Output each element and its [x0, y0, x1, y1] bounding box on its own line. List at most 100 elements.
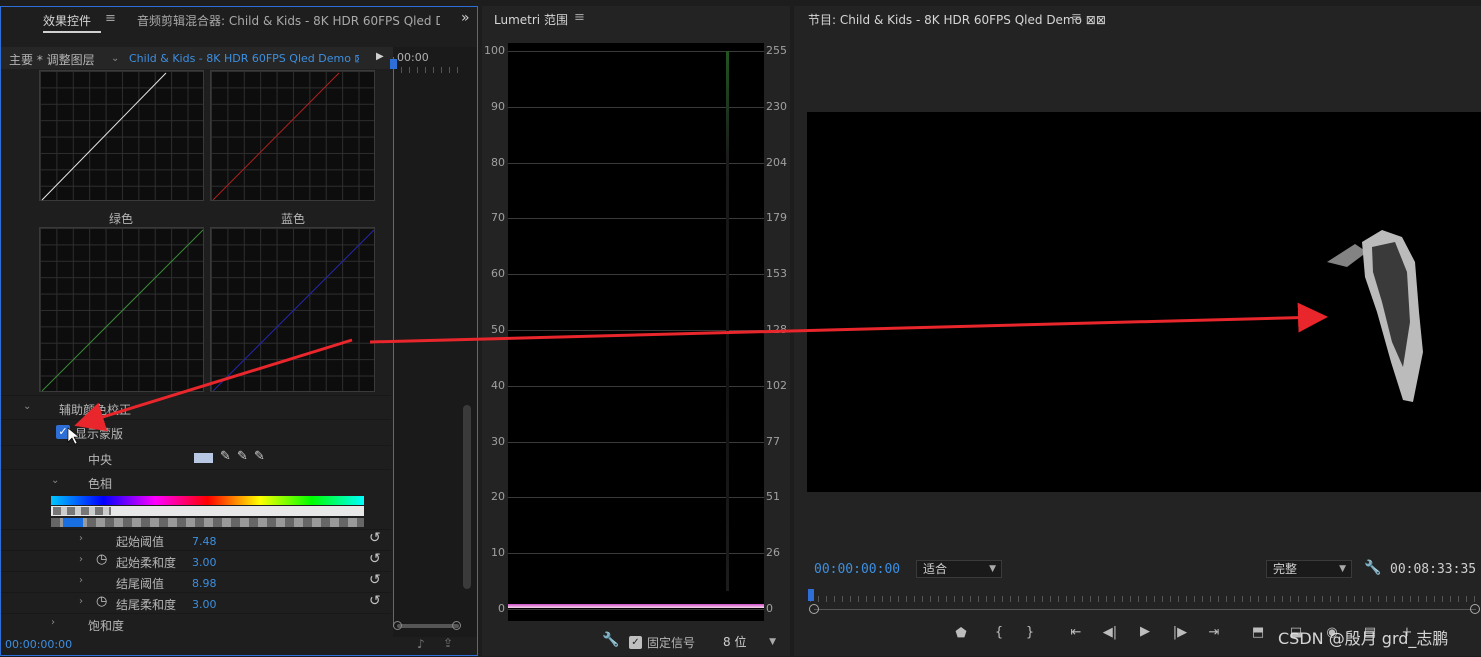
program-video-frame[interactable] — [807, 112, 1481, 492]
export-icon[interactable]: ⇪ — [443, 636, 453, 650]
chevron-right-icon[interactable]: › — [79, 554, 83, 565]
param-value[interactable]: 8.98 — [192, 577, 217, 590]
tab-effect-controls[interactable]: 效果控件 — [43, 12, 91, 29]
scope-8bit-tick: 179 — [766, 211, 787, 225]
clip-selector[interactable]: Child & Kids - 8K HDR 60FPS Qled Demo ⊠⊠ — [129, 52, 359, 65]
tab-audio-clip-mixer[interactable]: 音频剪辑混合器: Child & Kids - 8K HDR 60FPS Qle… — [137, 12, 440, 29]
center-row: 中央 ✎ ✎ ✎ — [1, 445, 391, 469]
playhead-marker[interactable] — [390, 59, 397, 69]
hue-range-handles[interactable] — [53, 507, 111, 515]
step-back-icon[interactable]: ◀| — [1100, 625, 1120, 640]
wrench-icon[interactable]: 🔧 — [1364, 560, 1381, 576]
chevron-down-icon[interactable]: ⌄ — [51, 475, 59, 486]
zoom-handle-right[interactable] — [1470, 604, 1480, 614]
scope-ire-tick: 0 — [498, 602, 505, 615]
eyedropper-subtract-icon[interactable]: ✎ — [254, 449, 265, 464]
lumetri-title[interactable]: Lumetri 范围 — [494, 11, 568, 28]
stopwatch-icon[interactable]: ◷ — [96, 552, 107, 567]
program-timecode[interactable]: 00:00:00:00 — [814, 562, 900, 577]
param-label: 结尾阈值 — [116, 577, 165, 591]
saturation-row[interactable]: › 饱和度 — [1, 613, 391, 634]
go-to-in-icon[interactable]: ⇤ — [1066, 625, 1086, 640]
param-label: 结尾柔和度 — [116, 598, 177, 612]
mark-out-icon[interactable]: } — [1020, 625, 1040, 640]
chevron-down-icon[interactable]: ⌄ — [111, 53, 119, 64]
panel-menu-icon[interactable]: ≡ — [105, 11, 116, 26]
curve-green[interactable] — [39, 227, 204, 392]
curve-red[interactable] — [210, 70, 375, 201]
param-value[interactable]: 3.00 — [192, 556, 217, 569]
hue-range-slider[interactable] — [51, 506, 364, 516]
param-row-end-softness: › ◷ 结尾柔和度 3.00 ↺ — [1, 592, 391, 613]
horizontal-scrollbar[interactable] — [397, 624, 459, 628]
hue-spectrum-bar[interactable] — [51, 496, 364, 505]
play-icon[interactable]: ▶ — [1135, 624, 1155, 639]
stopwatch-icon[interactable]: ◷ — [96, 594, 107, 609]
scroll-handle-left[interactable] — [393, 621, 402, 630]
chevron-right-icon[interactable]: › — [79, 533, 83, 544]
vertical-scrollbar[interactable] — [463, 405, 471, 589]
scope-gridline — [508, 609, 764, 610]
hue-selected-range — [63, 518, 83, 527]
scope-8bit-tick: 204 — [766, 155, 787, 169]
play-triangle-icon[interactable]: ▶ — [376, 51, 384, 62]
program-timeline-ruler[interactable] — [810, 596, 1475, 602]
panel-menu-icon[interactable]: ≡ — [574, 10, 585, 25]
chevron-right-icon[interactable]: › — [79, 596, 83, 607]
show-mask-checkbox[interactable]: ✓ — [56, 425, 70, 439]
reset-icon[interactable]: ↺ — [369, 551, 381, 567]
green-curve-label: 绿色 — [109, 212, 134, 226]
waveform-baseline-trace — [508, 604, 764, 608]
footer-timecode[interactable]: 00:00:00:00 — [5, 638, 72, 651]
scroll-handle-right[interactable] — [452, 621, 461, 630]
waveform-signal-trace — [726, 51, 729, 591]
reset-icon[interactable]: ↺ — [369, 593, 381, 609]
program-title[interactable]: 节目: Child & Kids - 8K HDR 60FPS Qled Dem… — [808, 11, 1106, 28]
reset-icon[interactable]: ↺ — [369, 530, 381, 546]
hue-row[interactable]: ⌄ 色相 — [1, 469, 391, 493]
audio-icon[interactable]: ♪ — [417, 637, 425, 651]
center-color-swatch[interactable] — [194, 453, 213, 463]
panel-menu-icon[interactable]: ≡ — [1071, 10, 1082, 25]
reset-icon[interactable]: ↺ — [369, 572, 381, 588]
go-to-out-icon[interactable]: ⇥ — [1204, 625, 1224, 640]
clamp-signal-checkbox[interactable]: ✓ — [629, 636, 642, 649]
scope-ire-tick: 40 — [491, 378, 505, 392]
program-monitor-panel: 节目: Child & Kids - 8K HDR 60FPS Qled Dem… — [794, 6, 1481, 656]
zoom-handle-left[interactable] — [809, 604, 819, 614]
scope-8bit-tick: 230 — [766, 99, 787, 113]
chevron-down-icon: ▼ — [769, 637, 776, 647]
curve-blue[interactable] — [210, 227, 375, 392]
wrench-icon[interactable]: 🔧 — [602, 632, 619, 648]
watermark-text: CSDN @殷月 grd_志鹏 — [1278, 629, 1449, 648]
fit-dropdown[interactable]: 适合 ▼ — [916, 560, 1002, 578]
mark-in-icon[interactable]: { — [989, 625, 1009, 640]
scope-ire-tick: 90 — [491, 99, 505, 113]
program-zoom-bar[interactable] — [814, 609, 1476, 610]
lift-icon[interactable]: ⬒ — [1248, 625, 1268, 640]
mini-timeline-ruler — [393, 67, 463, 73]
quality-dropdown[interactable]: 完整 ▼ — [1266, 560, 1352, 578]
eyedropper-icon[interactable]: ✎ — [220, 449, 231, 464]
section-secondary-row[interactable]: ⌄ 辅助颜色校正 — [1, 395, 391, 419]
mini-timeline-time: 00:00 — [397, 51, 429, 64]
chevron-right-icon[interactable]: › — [51, 617, 55, 628]
effect-controls-panel: 效果控件 ≡ 音频剪辑混合器: Child & Kids - 8K HDR 60… — [0, 6, 478, 656]
param-value[interactable]: 7.48 — [192, 535, 217, 548]
quality-value: 完整 — [1273, 562, 1298, 576]
chevron-right-icon[interactable]: › — [79, 575, 83, 586]
add-marker-icon[interactable]: ⬟ — [951, 626, 971, 641]
scope-8bit-tick: 26 — [766, 546, 780, 560]
step-forward-icon[interactable]: |▶ — [1170, 625, 1190, 640]
program-playhead[interactable] — [808, 589, 814, 601]
eyedropper-add-icon[interactable]: ✎ — [237, 449, 248, 464]
bit-depth-dropdown[interactable]: 8 位 ▼ — [716, 633, 782, 651]
overflow-chevron-icon[interactable]: » — [461, 10, 470, 26]
lumetri-scopes-panel: Lumetri 范围 ≡ 100 90 80 70 60 50 40 30 20 10 0 255 2… — [482, 6, 790, 656]
param-value[interactable]: 3.00 — [192, 598, 217, 611]
chevron-down-icon[interactable]: ⌄ — [23, 401, 31, 412]
scope-ire-tick: 100 — [484, 44, 505, 57]
app-window: 效果控件 ≡ 音频剪辑混合器: Child & Kids - 8K HDR 60… — [0, 0, 1481, 657]
active-tab-underline — [43, 31, 101, 33]
curve-master[interactable] — [39, 70, 204, 201]
